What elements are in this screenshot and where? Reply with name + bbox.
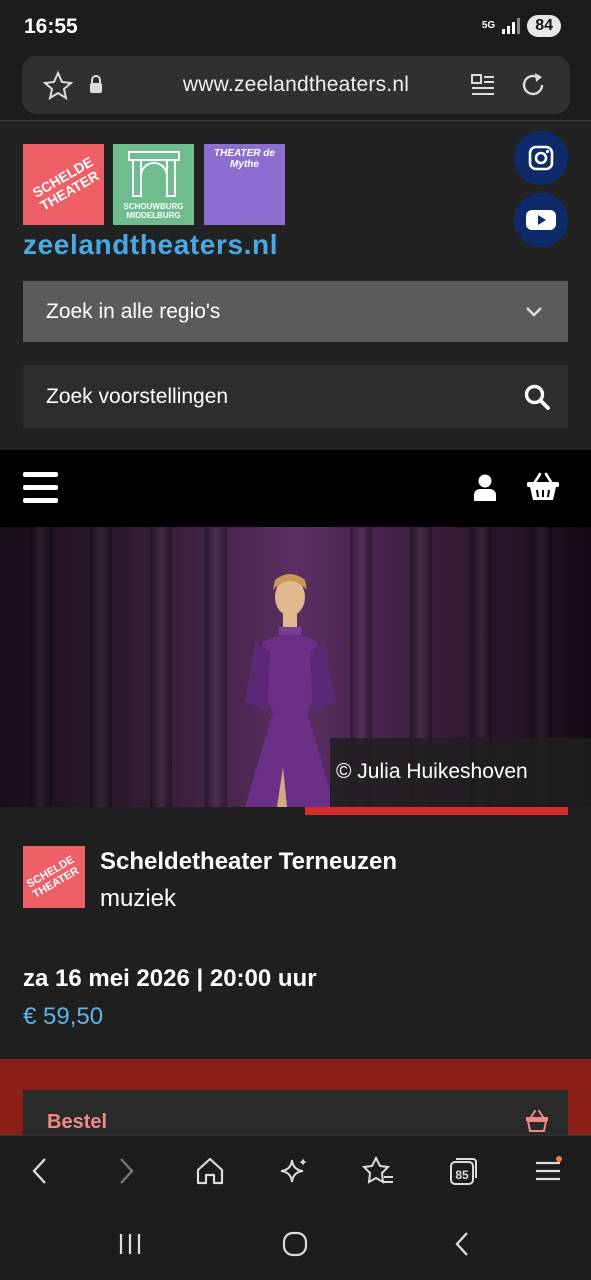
back-button[interactable] xyxy=(20,1153,60,1189)
venue-logo: SCHELDE THEATER xyxy=(23,846,85,908)
user-icon[interactable] xyxy=(473,474,497,501)
order-section: Bestel xyxy=(0,1059,591,1135)
status-indicators: 5G 84 xyxy=(482,15,561,37)
address-bar[interactable]: www.zeelandtheaters.nl xyxy=(22,56,570,114)
search-icon[interactable] xyxy=(523,383,551,411)
photo-credit-text: © Julia Huikeshoven xyxy=(336,760,528,783)
curtain-fold xyxy=(150,527,172,807)
battery-indicator: 84 xyxy=(527,15,561,37)
browser-toolbar: www.zeelandtheaters.nl xyxy=(0,54,591,120)
recent-apps-icon xyxy=(119,1234,141,1254)
event-genre: muziek xyxy=(100,885,177,912)
home-circle-icon xyxy=(282,1231,308,1257)
youtube-icon xyxy=(526,210,556,230)
menu-button[interactable] xyxy=(528,1153,568,1189)
event-datetime: za 16 mei 2026 | 20:00 uur xyxy=(23,965,317,992)
reader-icon[interactable] xyxy=(470,72,496,98)
gate-icon xyxy=(128,151,180,197)
home-icon xyxy=(196,1157,224,1185)
event-info: SCHELDE THEATER Scheldetheater Terneuzen… xyxy=(0,815,591,1059)
main-nav xyxy=(0,450,591,527)
basket-icon xyxy=(526,1110,548,1132)
bookmark-star-icon xyxy=(362,1156,393,1184)
home-system-button[interactable] xyxy=(275,1227,315,1261)
site-title[interactable]: zeelandtheaters.nl xyxy=(23,229,278,261)
schouwburg-logo[interactable]: SCHOUWBURG MIDDELBURG xyxy=(113,144,194,225)
venue-logo-text: SCHELDE THEATER xyxy=(24,853,82,901)
demythe-logo[interactable]: THEATER de Mythe xyxy=(204,144,285,225)
instagram-button[interactable] xyxy=(514,131,568,185)
scheldetheater-logo[interactable]: SCHELDE THEATER xyxy=(23,144,104,225)
menu-icon xyxy=(536,1156,562,1181)
status-time: 16:55 xyxy=(24,15,78,38)
region-select-label: Zoek in alle regio's xyxy=(46,299,221,323)
event-price: € 59,50 xyxy=(23,1003,104,1030)
tab-count: 85 xyxy=(455,1168,469,1182)
reload-icon[interactable] xyxy=(518,70,548,100)
browser-bottom-bar: 85 xyxy=(0,1135,591,1205)
curtain-fold xyxy=(90,527,112,807)
youtube-button[interactable] xyxy=(514,193,568,247)
signal-icon xyxy=(502,18,521,34)
search-input[interactable]: Zoek voorstellingen xyxy=(23,365,568,428)
order-label: Bestel xyxy=(47,1111,108,1133)
search-placeholder: Zoek voorstellingen xyxy=(46,384,229,408)
hamburger-menu-icon[interactable] xyxy=(23,472,58,503)
recent-apps-button[interactable] xyxy=(110,1227,150,1261)
system-navigation-bar xyxy=(0,1205,591,1280)
tabs-icon: 85 xyxy=(450,1158,477,1185)
status-bar: 16:55 5G 84 xyxy=(0,0,591,54)
bookmarks-button[interactable] xyxy=(358,1153,398,1189)
chevron-left-icon xyxy=(32,1158,46,1184)
sparkle-icon xyxy=(280,1158,307,1183)
site-header: SCHELDE THEATER SCHOUWBURG MIDDELBURG TH… xyxy=(0,120,591,450)
accent-line xyxy=(305,807,568,815)
chevron-down-icon xyxy=(526,307,542,317)
tabs-button[interactable]: 85 xyxy=(442,1153,482,1189)
basket-icon[interactable] xyxy=(526,472,560,502)
home-button[interactable] xyxy=(190,1153,230,1189)
order-button[interactable]: Bestel xyxy=(23,1090,568,1135)
instagram-icon xyxy=(528,145,554,171)
region-select[interactable]: Zoek in alle regio's xyxy=(23,281,568,342)
logo-text-schelde: SCHELDE THEATER xyxy=(29,153,102,214)
logo-text-mythe: THEATER de Mythe xyxy=(214,148,275,170)
network-badge: 5G xyxy=(481,20,496,31)
logo-text-schouwburg: SCHOUWBURG MIDDELBURG xyxy=(123,202,184,220)
curtain-fold xyxy=(30,527,52,807)
photo-credit: © Julia Huikeshoven xyxy=(330,738,591,807)
back-arrow-icon xyxy=(455,1232,468,1256)
ai-sparkle-button[interactable] xyxy=(274,1153,314,1189)
chevron-right-icon xyxy=(120,1158,134,1184)
forward-button[interactable] xyxy=(106,1153,146,1189)
venue-name[interactable]: Scheldetheater Terneuzen xyxy=(100,848,397,876)
system-back-button[interactable] xyxy=(442,1227,482,1261)
